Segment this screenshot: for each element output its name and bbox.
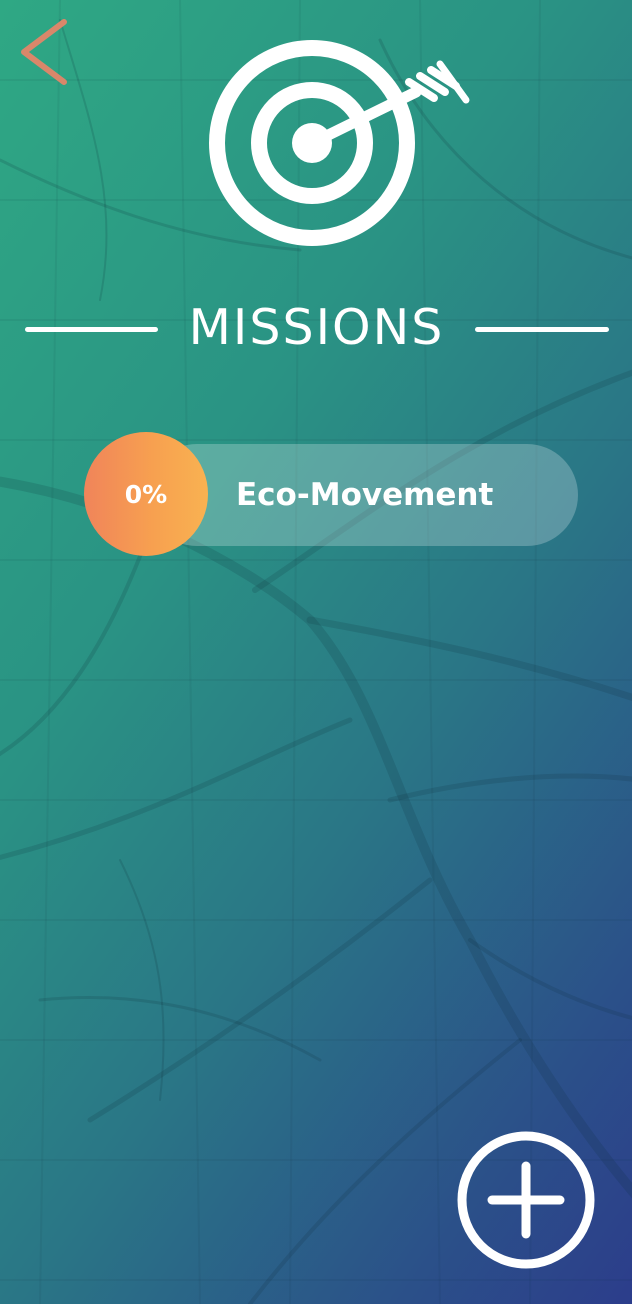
add-mission-button[interactable]	[452, 1126, 600, 1274]
target-arrow-icon	[209, 40, 470, 246]
mission-item-eco-movement[interactable]: 0% Eco-Movement	[84, 432, 578, 558]
title-divider-left	[25, 327, 158, 332]
back-button[interactable]	[12, 14, 76, 90]
mission-progress-badge: 0%	[84, 432, 208, 556]
page-title: MISSIONS	[188, 299, 445, 356]
chevron-left-icon	[21, 19, 67, 85]
title-divider-right	[475, 327, 609, 332]
plus-icon	[457, 1131, 595, 1269]
mission-name: Eco-Movement	[236, 477, 494, 513]
missions-screen: MISSIONS 0% Eco-Movement	[0, 0, 632, 1304]
title-row: MISSIONS	[0, 292, 632, 364]
mission-progress-label: 0%	[124, 479, 168, 509]
